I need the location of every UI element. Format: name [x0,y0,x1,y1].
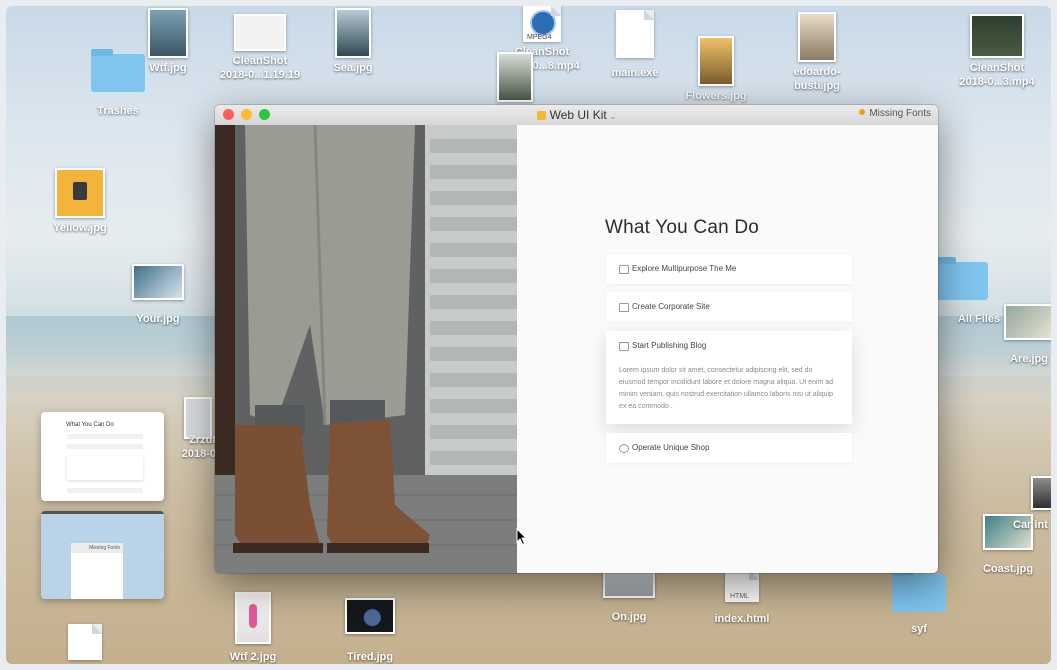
file-thumbnail [148,8,188,58]
file-thumbnail [970,14,1024,58]
desktop-file[interactable]: Tired.jpg [315,598,425,664]
card-title: Explore Multipurpose The Me [632,264,737,273]
file-label: On.jpg [611,611,647,623]
warning-dot-icon [859,109,866,115]
file-thumbnail [1004,304,1051,340]
folder-icon [91,49,145,92]
desktop-file[interactable]: CleanShot 2018-0...3.mp4 [942,14,1051,89]
briefcase-icon [619,303,629,312]
preview-titlebar [41,511,164,514]
trash-folder[interactable]: Trashes [63,49,173,118]
file-label: Yellow.jpg [53,222,107,234]
file-label: syf [911,623,927,635]
desktop-file[interactable]: Your.jpg [103,264,213,326]
file-label: Car int [1013,519,1048,531]
file-label: Flowers.jpg [685,90,747,102]
file-type-badge: MPEG4 [527,34,552,41]
desktop-file[interactable] [460,52,570,102]
window-preview-desktop[interactable]: Missing Fonts [41,511,164,599]
chevron-down-icon: ⌄ [609,112,617,121]
missing-fonts-label: Missing Fonts [869,108,931,119]
file-label: Your.jpg [136,313,180,325]
video-file-icon: MPEG4 [523,6,561,42]
document-icon [68,624,102,660]
desktop-file[interactable]: Wtf 2.jpg [198,592,308,664]
preview-heading: What You Can Do [66,422,114,428]
quicktime-icon [530,10,556,36]
card-title: Operate Unique Shop [632,443,710,452]
window-title: Web UI Kit [549,108,607,122]
preview-missing-fonts: Missing Fonts [71,543,123,553]
desktop-file[interactable]: HTML index.html [687,570,797,626]
file-thumbnail [235,592,271,644]
file-label: Sea.jpg [333,62,373,74]
file-thumbnail [55,168,105,218]
preview-card [67,488,143,493]
feature-card-shop[interactable]: Operate Unique Shop [606,433,852,463]
desktop-file[interactable]: On.jpg [574,566,684,624]
desktop-file[interactable]: Flowers.jpg [661,36,771,103]
desktop-file[interactable]: Are.jpg [974,304,1051,366]
file-thumbnail [132,264,184,300]
file-thumbnail [345,598,395,634]
file-thumbnail [497,52,533,102]
file-label: edoardo- busti.jpg [793,66,841,92]
app-icon [536,111,546,120]
file-thumbnail [1031,476,1051,510]
folder-icon [892,569,946,612]
document-icon [616,10,654,58]
section-heading: What You Can Do [605,217,760,238]
file-thumbnail [798,12,836,62]
card-title: Create Corporate Site [632,302,710,311]
html-file-icon: HTML [725,570,759,602]
missing-fonts-indicator[interactable]: Missing Fonts [859,108,931,119]
title-bar[interactable]: Web UI Kit ⌄ Missing Fonts [215,105,938,126]
file-label: Wtf 2.jpg [229,651,277,663]
calendar-icon [619,342,629,351]
feature-card-explore[interactable]: Explore Multipurpose The Me [606,254,852,284]
search-icon [619,444,629,453]
hero-photo [215,125,517,573]
file-thumbnail [698,36,734,86]
file-label: Are.jpg [1010,353,1048,365]
desktop-file[interactable]: Car int [993,476,1051,532]
file-thumbnail [335,8,371,58]
desktop-file[interactable] [30,624,140,660]
desktop-file[interactable]: edoardo- busti.jpg [762,12,872,93]
content-panel: What You Can Do Explore Multipurpose The… [517,125,938,573]
preview-window-body [71,553,123,599]
mouse-cursor-icon [516,528,528,546]
desktop-folder[interactable]: syf [864,569,974,636]
feature-card-corporate[interactable]: Create Corporate Site [606,292,852,322]
feature-card-blog[interactable]: Start Publishing Blog Lorem ipsum dolor … [606,331,852,424]
folder-icon [934,257,988,300]
window-preview-content[interactable]: What You Can Do [41,412,164,501]
desktop-file[interactable]: Yellow.jpg [25,168,135,235]
card-title: Start Publishing Blog [632,341,707,350]
desktop-file[interactable]: Sea.jpg [298,8,408,75]
file-type-badge: HTML [730,593,750,600]
file-label: Tired.jpg [346,651,394,663]
file-label: index.html [714,613,770,625]
file-label: Trashes [97,105,139,117]
layout-icon [619,265,629,274]
brush-icon [249,604,257,628]
card-description: Lorem ipsum dolor sit amet, consectetur … [619,367,834,410]
preview-card-active [67,456,143,480]
desktop: Wtf.jpg CleanShot 2018-0...1.19.19 Sea.j… [6,6,1051,664]
preview-card [67,444,143,449]
gameboy-icon [73,182,87,200]
file-thumbnail [234,14,286,51]
preview-card [67,434,143,439]
window-title-menu[interactable]: Web UI Kit ⌄ [215,108,938,122]
file-label: CleanShot 2018-0...3.mp4 [959,62,1035,88]
app-window: Web UI Kit ⌄ Missing Fonts What You Can … [215,105,938,573]
boots-photo-illustration [215,125,517,573]
